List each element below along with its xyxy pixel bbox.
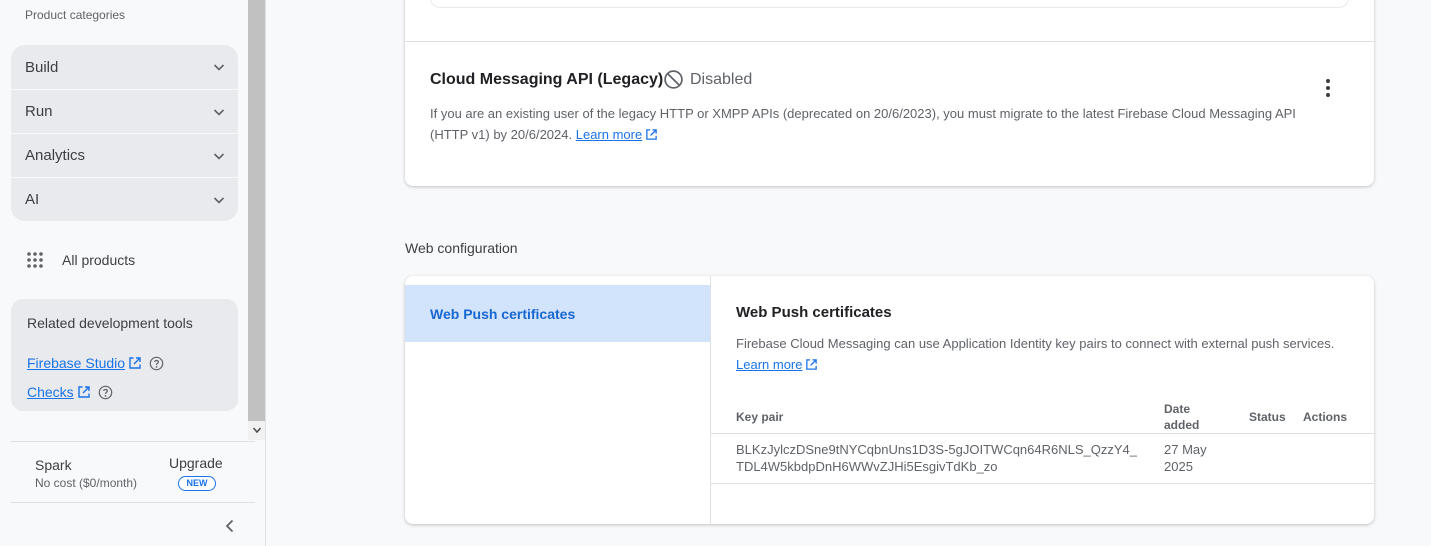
collapse-sidebar-icon[interactable] [222, 518, 238, 534]
table-divider [711, 433, 1374, 434]
sidebar-scrollbar[interactable] [248, 0, 265, 440]
key-pair-value-line1: BLKzJylczDSne9tNYCqbnUns1D3S-5gJOITWCqn6… [736, 442, 1138, 457]
category-label: Analytics [25, 147, 86, 164]
upgrade-button[interactable]: Upgrade [169, 455, 223, 471]
header-date-added-line1: Date [1164, 402, 1191, 416]
category-run[interactable]: Run [11, 89, 238, 133]
web-configuration-card: Web Push certificates Web Push certifica… [405, 276, 1374, 524]
scroll-down-arrow-icon[interactable] [252, 425, 262, 435]
header-date-added-line2: added [1164, 418, 1200, 432]
web-push-title: Web Push certificates [736, 304, 892, 321]
sidebar: Product categories Build Run Analytics A… [0, 0, 266, 546]
open-in-new-icon [129, 357, 141, 369]
new-badge: NEW [178, 476, 216, 491]
nav-web-push-certificates[interactable]: Web Push certificates [405, 285, 710, 342]
related-tools-panel: Related development tools Firebase Studi… [11, 299, 238, 411]
block-icon [664, 70, 683, 89]
category-group: Build Run Analytics AI [11, 45, 238, 221]
header-status: Status [1249, 410, 1286, 424]
legacy-api-title: Cloud Messaging API (Legacy) [430, 71, 664, 88]
web-push-description: Firebase Cloud Messaging can use Applica… [736, 333, 1336, 375]
divider [405, 41, 1374, 42]
help-icon[interactable] [149, 356, 164, 371]
date-added-line1: 27 May [1164, 442, 1207, 457]
category-label: AI [25, 191, 40, 208]
header-key-pair: Key pair [736, 410, 784, 424]
chevron-down-icon [213, 153, 225, 160]
previous-section-box [430, 0, 1349, 8]
cloud-messaging-api-card: Cloud Messaging API (Legacy) Disabled If… [405, 0, 1374, 186]
description-text: Firebase Cloud Messaging can use Applica… [736, 336, 1335, 351]
plan-cost: No cost ($0/month) [35, 476, 138, 490]
chevron-down-icon [213, 64, 225, 71]
billing-plan: Spark No cost ($0/month) Upgrade NEW [11, 441, 255, 503]
checks-link[interactable]: Checks [27, 384, 74, 400]
scrollbar-thumb[interactable] [248, 0, 265, 421]
web-config-nav: Web Push certificates [405, 276, 711, 524]
learn-more-link[interactable]: Learn more [576, 127, 642, 142]
apps-grid-icon [27, 252, 43, 268]
related-tools-title: Related development tools [27, 315, 193, 331]
open-in-new-icon [646, 129, 658, 140]
all-products-label: All products [62, 252, 136, 268]
product-categories-heading: Product categories [25, 8, 126, 22]
table-divider [711, 483, 1374, 484]
date-added-line2: 2025 [1164, 459, 1193, 474]
chevron-down-icon [213, 197, 225, 204]
plan-name: Spark [35, 457, 72, 473]
category-label: Build [25, 58, 59, 76]
category-ai[interactable]: AI [11, 177, 238, 221]
sidebar-scroll-area: Product categories Build Run Analytics A… [0, 0, 248, 440]
status-badge: Disabled [663, 69, 752, 90]
web-configuration-heading: Web configuration [405, 240, 518, 256]
main-content: Cloud Messaging API (Legacy) Disabled If… [266, 0, 1431, 546]
checks-row: Checks [27, 384, 113, 400]
learn-more-link[interactable]: Learn more [736, 357, 802, 372]
legacy-api-description: If you are an existing user of the legac… [430, 103, 1310, 145]
category-analytics[interactable]: Analytics [11, 133, 238, 177]
all-products-link[interactable]: All products [24, 249, 135, 271]
category-build[interactable]: Build [11, 45, 238, 89]
help-icon[interactable] [98, 385, 113, 400]
chevron-down-icon [213, 109, 225, 116]
open-in-new-icon [806, 359, 818, 370]
category-label: Run [25, 103, 53, 120]
header-actions: Actions [1303, 410, 1348, 424]
firebase-studio-link[interactable]: Firebase Studio [27, 355, 125, 371]
more-vert-icon[interactable] [1318, 76, 1338, 100]
description-text: If you are an existing user of the legac… [430, 106, 1296, 142]
firebase-studio-row: Firebase Studio [27, 355, 164, 371]
status-label: Disabled [690, 70, 753, 88]
open-in-new-icon [77, 386, 90, 398]
key-pair-value-line2: TDL4W5kbdpDnH6WWvZJHi5EsgivTdKb_zo [736, 459, 998, 474]
